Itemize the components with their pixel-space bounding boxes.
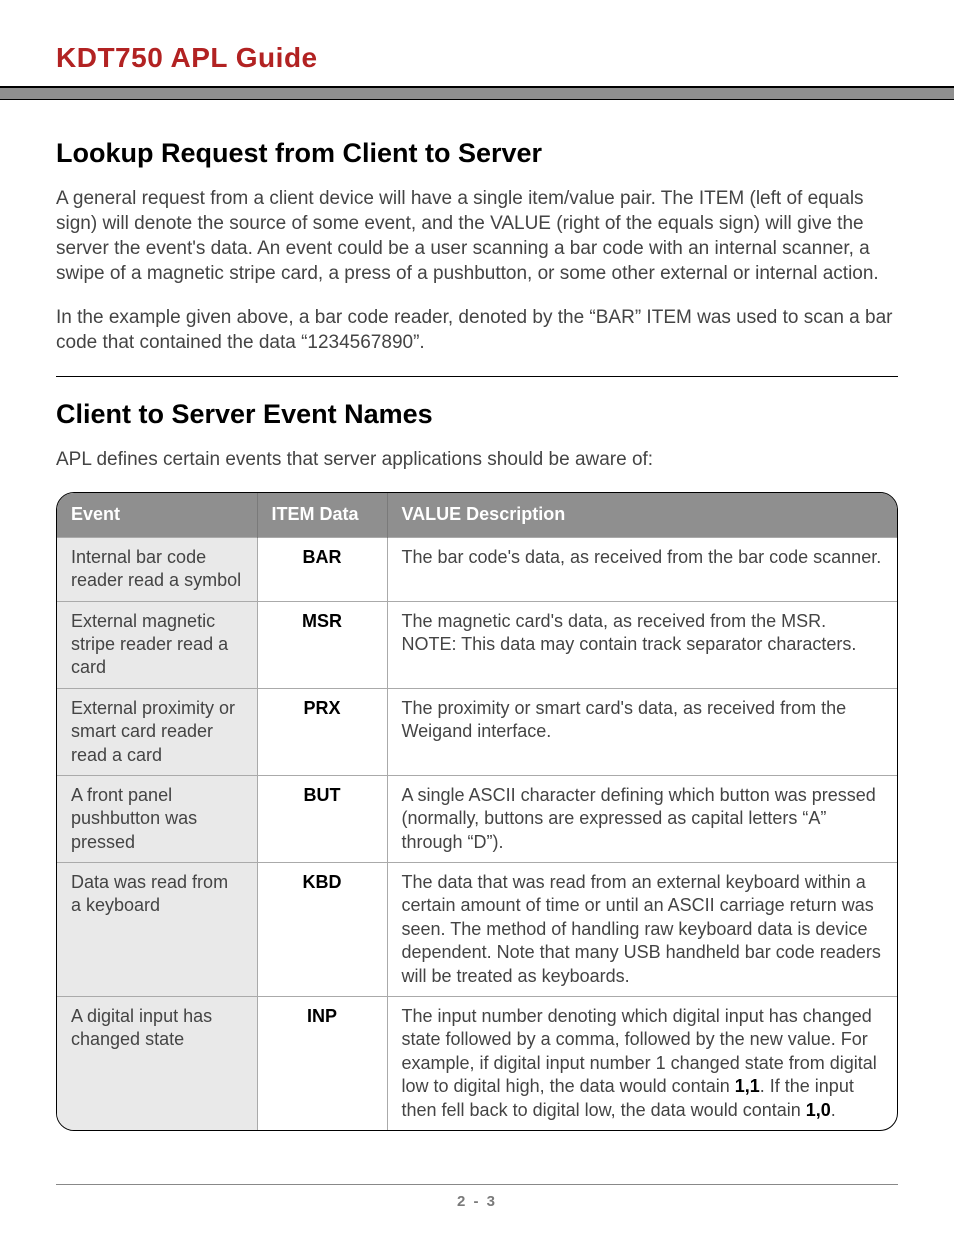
table-row: External proximity or smart card reader … [57, 688, 897, 775]
cell-item: PRX [257, 688, 387, 775]
cell-event: Data was read from a keyboard [57, 863, 257, 997]
bold-value: 1,0 [806, 1100, 831, 1120]
cell-event: External proximity or smart card reader … [57, 688, 257, 775]
paragraph: In the example given above, a bar code r… [56, 306, 898, 355]
cell-item: BUT [257, 775, 387, 862]
paragraph: APL defines certain events that server a… [56, 448, 898, 473]
cell-desc: The bar code's data, as received from th… [387, 537, 897, 601]
cell-event: A front panel pushbutton was pressed [57, 775, 257, 862]
cell-desc: The input number denoting which digital … [387, 997, 897, 1130]
cell-desc: A single ASCII character defining which … [387, 775, 897, 862]
cell-event: Internal bar code reader read a symbol [57, 537, 257, 601]
cell-event: External magnetic stripe reader read a c… [57, 601, 257, 688]
cell-item: KBD [257, 863, 387, 997]
bold-value: 1,1 [735, 1076, 760, 1096]
desc-text: . [831, 1100, 836, 1120]
cell-desc: The proximity or smart card's data, as r… [387, 688, 897, 775]
table-header-row: Event ITEM Data VALUE Description [57, 493, 897, 537]
section-divider [56, 376, 898, 377]
col-header-event: Event [57, 493, 257, 537]
table-row: External magnetic stripe reader read a c… [57, 601, 897, 688]
section-heading-events: Client to Server Event Names [56, 397, 898, 432]
document-title: KDT750 APL Guide [56, 40, 898, 76]
header-divider-bar [0, 86, 954, 100]
cell-item: BAR [257, 537, 387, 601]
table-row: A front panel pushbutton was pressed BUT… [57, 775, 897, 862]
cell-event: A digital input has changed state [57, 997, 257, 1130]
table-row: Internal bar code reader read a symbol B… [57, 537, 897, 601]
table-row: A digital input has changed state INP Th… [57, 997, 897, 1130]
section-heading-lookup: Lookup Request from Client to Server [56, 136, 898, 171]
footer-divider [56, 1184, 898, 1185]
cell-item: INP [257, 997, 387, 1130]
cell-item: MSR [257, 601, 387, 688]
cell-desc: The magnetic card's data, as received fr… [387, 601, 897, 688]
page-number: 2 - 3 [0, 1192, 954, 1212]
table-row: Data was read from a keyboard KBD The da… [57, 863, 897, 997]
cell-desc: The data that was read from an external … [387, 863, 897, 997]
events-table: Event ITEM Data VALUE Description Intern… [56, 492, 898, 1131]
col-header-item: ITEM Data [257, 493, 387, 537]
col-header-value: VALUE Description [387, 493, 897, 537]
paragraph: A general request from a client device w… [56, 187, 898, 286]
